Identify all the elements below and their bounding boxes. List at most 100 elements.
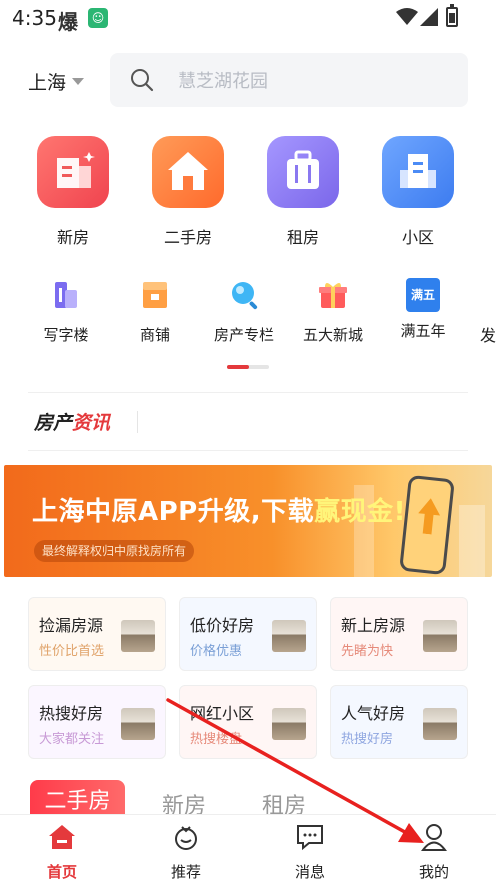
page-indicator-active — [227, 365, 249, 369]
news-title-part1: 房产 — [34, 412, 73, 434]
gift-icon — [319, 283, 347, 308]
bottom-tab-label: 推荐 — [170, 863, 201, 881]
card-title: 热搜好房 — [39, 704, 104, 723]
card-subtitle: 大家都关注 — [39, 732, 105, 747]
shop-icon — [143, 282, 167, 308]
card-hot-search[interactable]: 热搜好房 大家都关注 — [28, 685, 166, 759]
suitcase-icon — [267, 136, 339, 208]
nav-column[interactable]: 房产专栏 — [199, 278, 289, 345]
card-title: 网红小区 — [190, 704, 255, 723]
building-icon — [382, 136, 454, 208]
divider — [28, 392, 468, 393]
search-placeholder: 慧芝湖花园 — [178, 71, 268, 92]
app-screen: { "status_bar": { "time": "4:35", "icon1… — [0, 0, 496, 882]
bottom-tab-label: 消息 — [294, 863, 325, 881]
bottom-navigation: 首页 推荐 消息 我的 — [0, 814, 496, 882]
city-label: 上海 — [28, 72, 67, 94]
bottom-tab-label: 我的 — [418, 863, 449, 881]
city-selector[interactable]: 上海 — [28, 68, 85, 95]
promo-banner[interactable]: 上海中原APP升级,下载赢现金! 最终解释权归中原找房所有 — [4, 465, 492, 577]
nav-five-new-cities-label: 五大新城 — [302, 326, 363, 344]
card-subtitle: 性价比首选 — [39, 644, 105, 659]
banner-subtitle: 最终解释权归中原找房所有 — [34, 540, 195, 562]
column-icon — [232, 282, 258, 310]
nav-office[interactable]: 写字楼 — [21, 278, 111, 345]
nav-shop[interactable]: 商铺 — [110, 278, 200, 345]
status-time: 4:35 — [12, 6, 57, 30]
listing-tabs: 二手房 新房 租房 — [0, 780, 496, 814]
card-thumbnail — [423, 708, 457, 740]
nav-new-house-label: 新房 — [56, 228, 89, 247]
card-popular[interactable]: 人气好房 热搜好房 — [330, 685, 468, 759]
card-trending-community[interactable]: 网红小区 热搜楼盘 — [179, 685, 317, 759]
nav-community-label: 小区 — [401, 228, 434, 247]
house-icon — [152, 136, 224, 208]
app-notification-icon: ☺ — [88, 8, 108, 28]
card-title: 新上房源 — [341, 616, 406, 635]
bottom-tab-messages[interactable]: 消息 — [270, 823, 350, 882]
card-thumbnail — [272, 708, 306, 740]
chevron-down-icon — [72, 78, 85, 85]
building-silhouette — [459, 505, 485, 577]
card-low-price[interactable]: 低价好房 价格优惠 — [179, 597, 317, 671]
bottom-tab-recommend[interactable]: 推荐 — [146, 823, 226, 882]
nav-rent[interactable]: 租房 — [258, 136, 348, 248]
nav-five-years-label: 满五年 — [400, 322, 446, 340]
new-house-icon — [37, 136, 109, 208]
office-icon — [55, 282, 77, 308]
calendar-badge: 满五 — [410, 288, 435, 302]
nav-second-hand[interactable]: 二手房 — [143, 136, 233, 248]
nav-second-hand-label: 二手房 — [163, 228, 212, 247]
banner-title-b: 赢现金! — [314, 497, 406, 527]
main-category-nav: 新房 二手房 租房 小区 — [0, 136, 496, 256]
recommend-icon — [175, 826, 197, 850]
bottom-tab-home[interactable]: 首页 — [22, 823, 102, 882]
news-header-separator — [137, 411, 138, 433]
calendar-icon: 满五 — [406, 278, 440, 312]
search-icon — [131, 69, 154, 92]
card-thumbnail — [423, 620, 457, 652]
card-subtitle: 先睹为快 — [341, 644, 394, 659]
phone-illustration — [399, 474, 455, 576]
nav-shop-label: 商铺 — [139, 326, 170, 344]
status-bar: 4:35 爆 ☺ — [0, 0, 496, 36]
wifi-icon — [396, 8, 418, 25]
profile-icon — [421, 824, 447, 851]
nav-five-new-cities[interactable]: 五大新城 — [288, 278, 378, 345]
message-icon — [297, 825, 323, 851]
nav-more-label[interactable]: 发 — [480, 322, 496, 346]
card-subtitle: 价格优惠 — [190, 644, 243, 659]
card-thumbnail — [121, 708, 155, 740]
card-title: 低价好房 — [190, 616, 255, 635]
banner-title-a: 上海中原APP升级,下载 — [32, 497, 315, 527]
bottom-tab-profile[interactable]: 我的 — [394, 823, 474, 882]
nav-community[interactable]: 小区 — [373, 136, 463, 248]
nav-office-label: 写字楼 — [43, 326, 89, 344]
card-thumbnail — [121, 620, 155, 652]
news-section-title: 房产资讯 — [34, 408, 110, 435]
tab-second-hand[interactable]: 二手房 — [30, 780, 125, 814]
signal-icon — [420, 8, 438, 26]
nav-page-indicator — [227, 365, 269, 369]
bottom-tab-label: 首页 — [46, 863, 77, 881]
banner-title: 上海中原APP升级,下载赢现金! — [32, 491, 406, 528]
card-bargain-listings[interactable]: 捡漏房源 性价比首选 — [28, 597, 166, 671]
nav-new-house[interactable]: 新房 — [28, 136, 118, 248]
card-title: 捡漏房源 — [39, 616, 104, 635]
battery-icon — [446, 4, 458, 27]
card-subtitle: 热搜好房 — [341, 732, 394, 747]
card-new-listings[interactable]: 新上房源 先睹为快 — [330, 597, 468, 671]
notification-icon: 爆 — [58, 10, 78, 34]
card-subtitle: 热搜楼盘 — [190, 732, 243, 747]
card-thumbnail — [272, 620, 306, 652]
nav-five-years[interactable]: 满五 满五年 — [378, 278, 468, 341]
news-title-part2: 资讯 — [72, 412, 111, 434]
nav-rent-label: 租房 — [286, 228, 319, 247]
tab-rent[interactable]: 租房 — [262, 788, 306, 814]
card-title: 人气好房 — [341, 704, 406, 723]
divider — [28, 450, 468, 451]
tab-new-house[interactable]: 新房 — [162, 788, 206, 814]
secondary-category-nav: 写字楼 商铺 房产专栏 五大新城 满五 满五年 — [0, 278, 496, 348]
search-input[interactable]: 慧芝湖花园 — [110, 53, 468, 107]
home-icon — [49, 825, 75, 849]
